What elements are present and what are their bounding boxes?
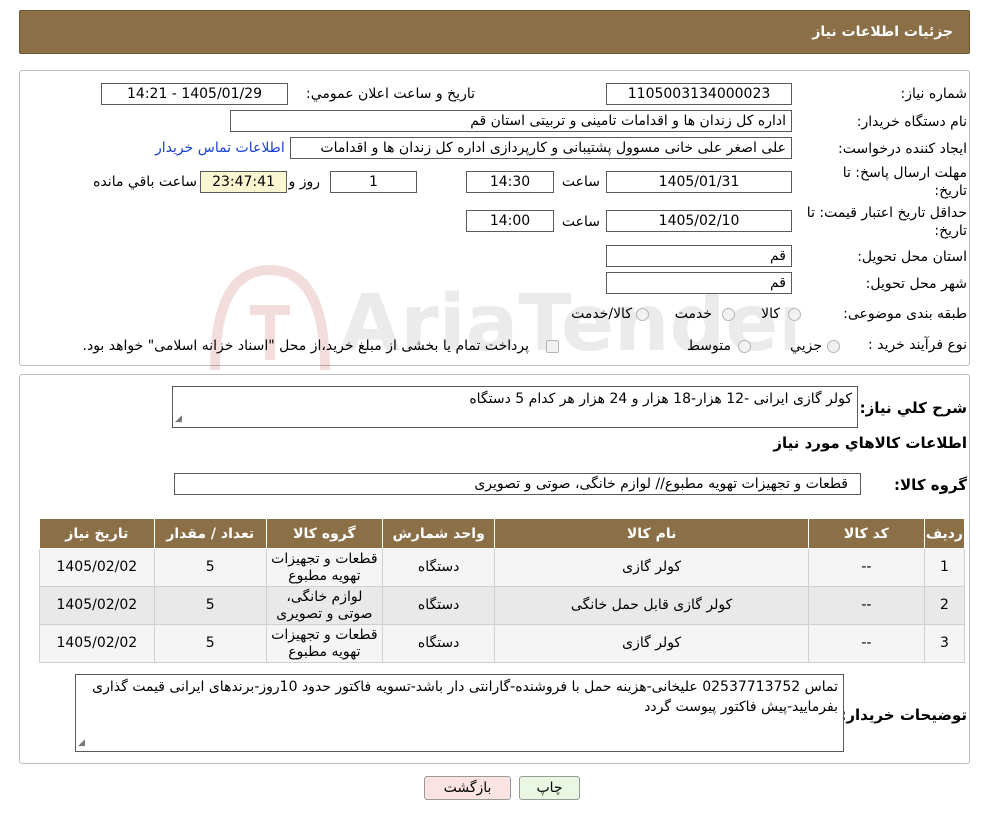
category-goods-service-radio[interactable] <box>636 308 649 321</box>
category-service-label: خدمت <box>674 306 712 322</box>
treasury-payment-note: پرداخت تمام يا بخشی از مبلغ خريد،از محل … <box>82 338 529 354</box>
item-name: کولر گازی قابل حمل خانگی <box>494 586 809 625</box>
row-number: 1 <box>923 548 966 587</box>
print-button[interactable]: چاپ <box>519 776 580 800</box>
item-group: قطعات و تجهیزات تهویه مطبوع <box>265 548 383 587</box>
item-unit: دستگاه <box>381 586 496 625</box>
process-minor-label: جزيي <box>790 338 822 354</box>
remaining-days-field: 1 <box>330 171 417 193</box>
col-qty-header: تعداد / مقدار <box>153 518 267 549</box>
back-button[interactable]: بازگشت <box>424 776 511 800</box>
buyer-notes-field: تماس 02537713752 علیخانی-هزینه حمل با فر… <box>75 674 844 752</box>
item-unit: دستگاه <box>381 624 496 663</box>
goods-group-field: قطعات و تجهیزات تهویه مطبوع// لوازم خانگ… <box>174 473 861 495</box>
col-name-header: نام کالا <box>494 518 809 549</box>
buyer-contact-link[interactable]: اطلاعات تماس خريدار <box>155 140 285 156</box>
deadline-label: مهلت ارسال پاسخ: تا <box>842 165 967 181</box>
category-goods-service-label: کالا/خدمت <box>571 306 632 322</box>
item-name: کولر گازی <box>494 548 809 587</box>
announce-datetime-field: 1405/01/29 - 14:21 <box>101 83 288 105</box>
page-title: جزئیات اطلاعات نیاز <box>812 24 953 40</box>
deadline-time-field: 14:30 <box>466 171 554 193</box>
page-header: جزئیات اطلاعات نیاز <box>19 10 970 54</box>
process-label: نوع فرآيند خريد : <box>868 337 967 353</box>
category-label: طبقه بندی موضوعی: <box>843 306 967 322</box>
deadline-label-date: تاريخ: <box>934 183 967 199</box>
col-date-header: تاريخ نياز <box>39 518 155 549</box>
validity-date-field: 1405/02/10 <box>606 210 792 232</box>
category-goods-label: کالا <box>761 306 780 322</box>
province-field: قم <box>606 245 792 267</box>
row-number: 3 <box>923 624 966 663</box>
resize-grip-icon[interactable]: ◢ <box>175 413 182 426</box>
remaining-time-field: 23:47:41 <box>200 171 287 193</box>
need-number-field: 1105003134000023 <box>606 83 792 105</box>
buyer-notes-label: توضيحات خريدار: <box>840 706 967 724</box>
process-medium-label: متوسط <box>687 338 731 354</box>
remaining-time-label: ساعت باقي مانده <box>93 174 197 190</box>
resize-grip-icon[interactable]: ◢ <box>78 737 85 750</box>
table-row: 3 -- کولر گازی دستگاه قطعات و تجهیزات ته… <box>39 624 966 663</box>
goods-group-label: گروه کالا: <box>894 476 967 494</box>
table-header-row: رديف کد کالا نام کالا واحد شمارش گروه کا… <box>39 518 966 549</box>
col-code-header: کد کالا <box>807 518 925 549</box>
col-row-header: رديف <box>923 518 966 549</box>
validity-label: حداقل تاريخ اعتبار قيمت: تا <box>806 205 967 221</box>
announce-datetime-label: تاريخ و ساعت اعلان عمومي: <box>306 86 475 102</box>
validity-time-label: ساعت <box>561 214 600 230</box>
province-label: استان محل تحويل: <box>857 249 967 265</box>
days-label: روز و <box>288 174 321 190</box>
item-code: -- <box>807 548 925 587</box>
requester-field: علی اصغر علی خانی مسوول پشتیبانی و کارپر… <box>290 137 792 159</box>
item-date: 1405/02/02 <box>39 586 155 625</box>
table-row: 1 -- کولر گازی دستگاه قطعات و تجهیزات ته… <box>39 548 966 587</box>
buyer-notes-text: تماس 02537713752 علیخانی-هزینه حمل با فر… <box>92 679 838 715</box>
item-group: قطعات و تجهیزات تهویه مطبوع <box>265 624 383 663</box>
row-number: 2 <box>923 586 966 625</box>
process-minor-radio[interactable] <box>827 340 840 353</box>
summary-text: کولر گازی ایرانی -12 هزار-18 هزار و 24 ه… <box>469 391 852 407</box>
col-group-header: گروه کالا <box>265 518 383 549</box>
goods-table: رديف کد کالا نام کالا واحد شمارش گروه کا… <box>39 518 966 663</box>
item-code: -- <box>807 624 925 663</box>
category-service-radio[interactable] <box>722 308 735 321</box>
validity-time-field: 14:00 <box>466 210 554 232</box>
item-qty: 5 <box>153 586 267 625</box>
item-group: لوازم خانگی، صوتی و تصویری <box>265 586 383 625</box>
item-date: 1405/02/02 <box>39 548 155 587</box>
item-unit: دستگاه <box>381 548 496 587</box>
need-number-label: شماره نیاز: <box>900 86 968 102</box>
goods-section-title: اطلاعات کالاهاي مورد نياز <box>773 434 967 452</box>
validity-label-date: تاريخ: <box>934 223 967 239</box>
process-medium-radio[interactable] <box>738 340 751 353</box>
deadline-date-field: 1405/01/31 <box>606 171 792 193</box>
buyer-label: نام دستگاه خريدار: <box>856 114 967 130</box>
item-name: کولر گازی <box>494 624 809 663</box>
item-qty: 5 <box>153 548 267 587</box>
item-date: 1405/02/02 <box>39 624 155 663</box>
city-field: قم <box>606 272 792 294</box>
item-code: -- <box>807 586 925 625</box>
buyer-field: اداره کل زندان ها و اقدامات تامینی و ترب… <box>230 110 792 132</box>
table-row: 2 -- کولر گازی قابل حمل خانگی دستگاه لوا… <box>39 586 966 625</box>
summary-field: کولر گازی ایرانی -12 هزار-18 هزار و 24 ه… <box>172 386 858 428</box>
category-goods-radio[interactable] <box>788 308 801 321</box>
requester-label: ايجاد کننده درخواست: <box>838 141 967 157</box>
city-label: شهر محل تحويل: <box>865 276 967 292</box>
col-unit-header: واحد شمارش <box>381 518 496 549</box>
treasury-payment-checkbox[interactable] <box>546 340 559 353</box>
item-qty: 5 <box>153 624 267 663</box>
summary-label: شرح کلي نياز: <box>859 399 967 417</box>
deadline-time-label: ساعت <box>561 174 600 190</box>
